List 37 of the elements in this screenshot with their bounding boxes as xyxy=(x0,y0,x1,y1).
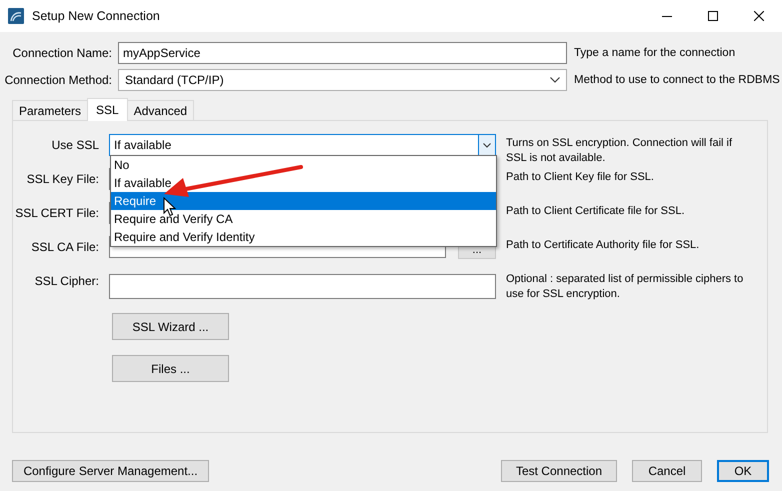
field-label: Use SSL xyxy=(50,137,99,152)
close-icon[interactable] xyxy=(754,11,764,21)
dialog-button[interactable]: Test Connection xyxy=(501,460,617,482)
dialog-button[interactable]: OK xyxy=(717,460,769,482)
field-label: Connection Name: xyxy=(12,46,112,60)
dropdown-option[interactable]: Require and Verify CA xyxy=(111,210,496,228)
cipher-field[interactable] xyxy=(109,274,496,299)
field-label: SSL CA File: xyxy=(30,239,99,254)
tab[interactable]: Advanced xyxy=(126,100,194,120)
tab[interactable]: SSL xyxy=(87,98,128,121)
field-hint: Path to Client Certificate file for SSL. xyxy=(506,204,686,219)
dropdown-option[interactable]: No xyxy=(111,156,496,174)
field-hint: Method to use to connect to the RDBMS xyxy=(574,74,781,86)
field-label: SSL Cipher: xyxy=(34,273,99,288)
ssl-mode-dropdown[interactable]: If available xyxy=(109,134,496,156)
dialog-button[interactable]: Cancel xyxy=(632,460,702,482)
app-icon xyxy=(8,8,24,24)
tab[interactable]: Parameters xyxy=(12,100,88,120)
panel-button[interactable]: SSL Wizard ... xyxy=(112,313,229,340)
window-title: Setup New Connection xyxy=(32,9,160,23)
field-hint: Path to Certificate Authority file for SSL. xyxy=(506,238,700,253)
field-label: Connection Method: xyxy=(4,73,112,87)
chevron-icon xyxy=(550,77,560,83)
chevron-icon xyxy=(483,142,491,148)
configure-server-button[interactable]: Configure Server Management... xyxy=(12,460,209,482)
connection-name-field[interactable]: myAppService xyxy=(118,42,567,64)
field-hint: Path to Client Key file for SSL. xyxy=(506,170,655,185)
field-label: SSL CERT File: xyxy=(14,205,99,220)
field-hint: Turns on SSL encryption. Connection will fail if SSL is not available. xyxy=(506,136,734,166)
maximize-icon[interactable] xyxy=(708,11,718,21)
connection-method-dropdown[interactable]: Standard (TCP/IP) xyxy=(118,69,567,91)
dropdown-option[interactable]: If available xyxy=(111,174,496,192)
field-label: SSL Key File: xyxy=(26,171,99,186)
field-hint: Optional : separated list of permissible ciphers to use for SSL encryption. xyxy=(506,272,744,302)
field-hint: Type a name for the connection xyxy=(574,47,736,59)
panel-button[interactable]: Files ... xyxy=(112,355,229,382)
dropdown-option[interactable]: Require xyxy=(111,192,496,210)
